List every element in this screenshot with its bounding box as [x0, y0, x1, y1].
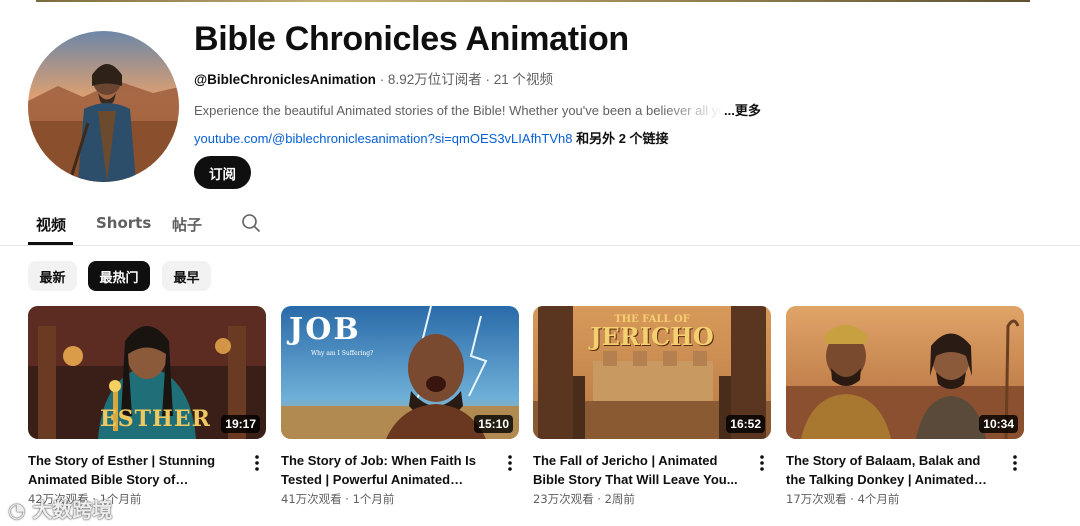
video-title[interactable]: The Story of Esther | Stunning Animated … [28, 451, 240, 489]
view-count: 23万次观看 [533, 492, 594, 506]
upload-age: 2周前 [604, 492, 635, 506]
video-title[interactable]: The Story of Job: When Faith Is Tested |… [281, 451, 493, 489]
upload-age: 4个月前 [857, 492, 900, 506]
channel-link[interactable]: youtube.com/@biblechroniclesanimation?si… [194, 131, 572, 146]
video-thumbnail[interactable]: JOB Why am I Suffering? 15:10 [281, 306, 519, 439]
channel-description[interactable]: Experience the beautiful Animated storie… [194, 102, 1034, 120]
video-meta: 17万次观看 · 4个月前 [786, 492, 900, 506]
video-thumbnail[interactable]: 10:34 [786, 306, 1024, 439]
tab-posts[interactable]: 帖子 [172, 214, 202, 235]
thumbnail-title-text: ESTHER [100, 406, 211, 432]
channel-avatar[interactable] [28, 31, 179, 182]
channel-meta: @BibleChroniclesAnimation · 8.92万位订阅者 · … [194, 72, 1034, 88]
video-duration: 15:10 [474, 415, 513, 433]
video-duration: 10:34 [979, 415, 1018, 433]
video-card[interactable]: JOB Why am I Suffering? 15:10 The Story … [281, 306, 519, 507]
video-title[interactable]: The Fall of Jericho | Animated Bible Sto… [533, 451, 745, 489]
more-vert-icon[interactable] [1008, 452, 1022, 474]
watermark-text: 大数跨境 [32, 498, 113, 522]
video-card[interactable]: ESTHER 19:17 The Story of Esther | Stunn… [28, 306, 266, 507]
video-card[interactable]: THE FALL OF JERICHO 16:52 The Fall of Je… [533, 306, 771, 507]
channel-handle[interactable]: @BibleChroniclesAnimation [194, 72, 376, 87]
thumbnail-subtitle-text: Why am I Suffering? [311, 350, 374, 357]
channel-title: Bible Chronicles Animation [194, 20, 629, 58]
view-count: 41万次观看 [281, 492, 342, 506]
chip-oldest[interactable]: 最早 [162, 261, 211, 291]
video-card[interactable]: 10:34 The Story of Balaam, Balak and the… [786, 306, 1024, 507]
chip-popular[interactable]: 最热门 [88, 261, 150, 291]
tab-shorts[interactable]: Shorts [96, 214, 151, 232]
thumbnail-title-text: JERICHO [590, 322, 714, 351]
video-thumbnail[interactable]: ESTHER 19:17 [28, 306, 266, 439]
channel-banner-edge [36, 0, 1030, 2]
video-meta: 23万次观看 · 2周前 [533, 492, 635, 506]
upload-age: 1个月前 [352, 492, 395, 506]
watermark-logo: ◔ 大数跨境 [8, 494, 112, 523]
description-text: Experience the beautiful Animated storie… [194, 103, 724, 118]
chip-latest[interactable]: 最新 [28, 261, 77, 291]
video-title[interactable]: The Story of Balaam, Balak and the Talki… [786, 451, 998, 489]
watermark-icon: ◔ [8, 498, 33, 522]
more-link[interactable]: ...更多 [724, 103, 761, 118]
channel-tabs: 视频 Shorts 帖子 [0, 200, 1080, 246]
more-vert-icon[interactable] [755, 452, 769, 474]
channel-info: Bible Chronicles Animation @BibleChronic… [194, 18, 1034, 147]
more-vert-icon[interactable] [503, 452, 517, 474]
more-links[interactable]: 和另外 2 个链接 [572, 131, 668, 146]
subscriber-count: · 8.92万位订阅者 [375, 72, 482, 87]
video-count: · 21 个视频 [481, 72, 553, 87]
video-thumbnail[interactable]: THE FALL OF JERICHO 16:52 [533, 306, 771, 439]
more-vert-icon[interactable] [250, 452, 264, 474]
view-count: 17万次观看 [786, 492, 847, 506]
search-icon[interactable] [241, 213, 261, 233]
tab-videos[interactable]: 视频 [36, 214, 66, 235]
video-duration: 16:52 [726, 415, 765, 433]
thumbnail-title-text: JOB [289, 312, 361, 347]
channel-links: youtube.com/@biblechroniclesanimation?si… [194, 131, 1034, 147]
video-duration: 19:17 [221, 415, 260, 433]
video-meta: 41万次观看 · 1个月前 [281, 492, 395, 506]
active-tab-indicator [28, 242, 73, 245]
subscribe-button[interactable]: 订阅 [194, 156, 251, 189]
